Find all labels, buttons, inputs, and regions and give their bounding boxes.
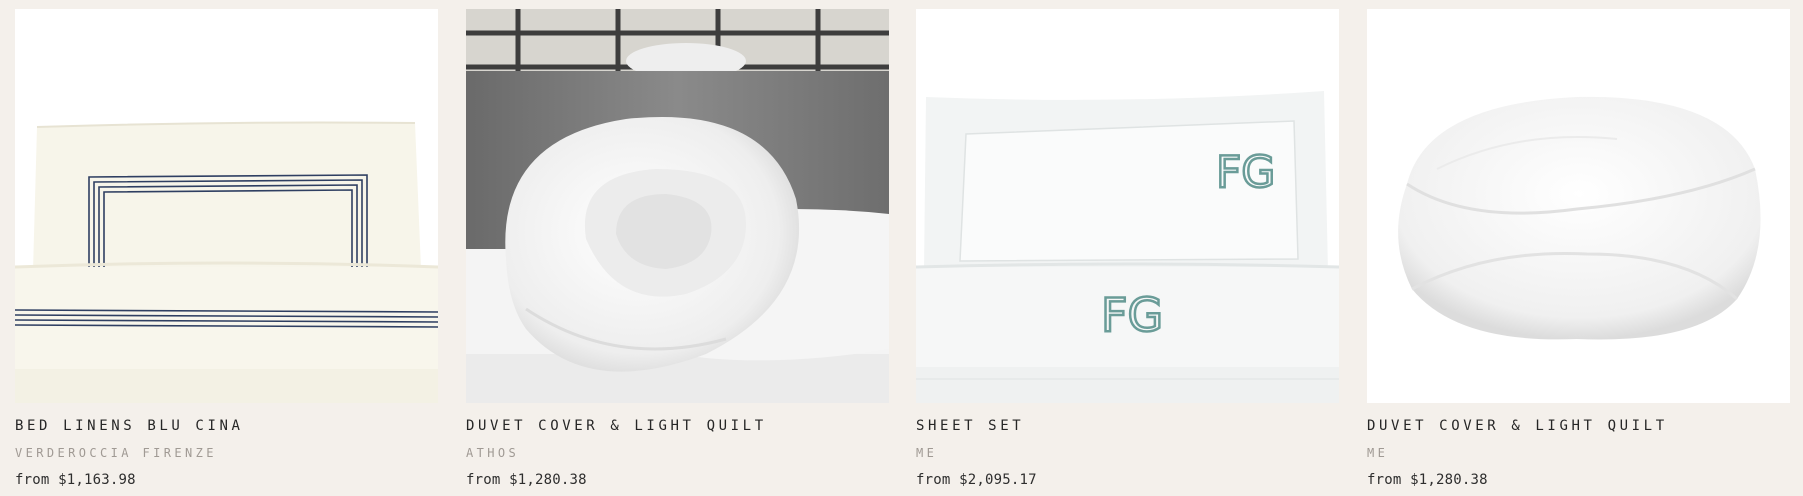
product-brand: ME xyxy=(916,446,938,460)
product-brand: ATHOS xyxy=(466,446,520,460)
product-card[interactable]: FG FG SHEET SET ME from $2,095.17 xyxy=(916,9,1339,496)
product-image[interactable]: FG FG xyxy=(916,9,1339,403)
embroidered-bed-linen-photo xyxy=(15,9,438,403)
product-title[interactable]: DUVET COVER & LIGHT QUILT xyxy=(466,418,767,434)
monogram-sheet-set-photo: FG FG xyxy=(916,9,1339,403)
product-title[interactable]: BED LINENS BLU CINA xyxy=(15,418,244,434)
product-price: from $1,280.38 xyxy=(1367,472,1488,488)
rolled-quilt-on-bed-photo xyxy=(466,9,889,403)
product-image[interactable] xyxy=(15,9,438,403)
product-card[interactable]: DUVET COVER & LIGHT QUILT ME from $1,280… xyxy=(1367,9,1790,496)
product-grid: BED LINENS BLU CINA VERDEROCCIA FIRENZE … xyxy=(0,0,1803,496)
product-title[interactable]: DUVET COVER & LIGHT QUILT xyxy=(1367,418,1668,434)
monogram-sheet: FG xyxy=(1101,288,1163,342)
product-price: from $1,163.98 xyxy=(15,472,136,488)
product-image[interactable] xyxy=(466,9,889,403)
product-image[interactable] xyxy=(1367,9,1790,403)
product-price: from $1,280.38 xyxy=(466,472,587,488)
product-price: from $2,095.17 xyxy=(916,472,1037,488)
monogram-pillow: FG xyxy=(1216,147,1275,198)
product-card[interactable]: DUVET COVER & LIGHT QUILT ATHOS from $1,… xyxy=(466,9,889,496)
product-title[interactable]: SHEET SET xyxy=(916,418,1024,434)
product-brand: ME xyxy=(1367,446,1389,460)
product-card[interactable]: BED LINENS BLU CINA VERDEROCCIA FIRENZE … xyxy=(15,9,438,496)
folded-quilt-photo xyxy=(1367,9,1790,403)
product-brand: VERDEROCCIA FIRENZE xyxy=(15,446,217,460)
